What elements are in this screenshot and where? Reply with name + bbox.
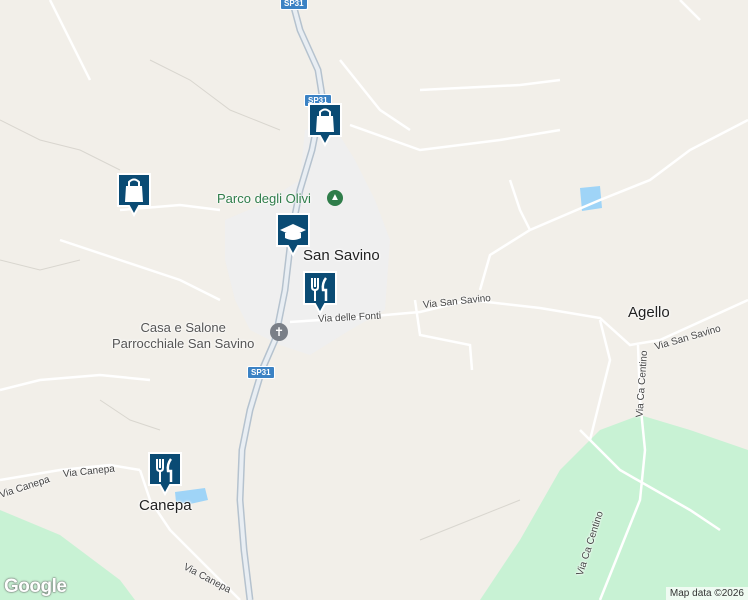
marker-shopping-2[interactable] [115,171,153,218]
church-icon[interactable]: ✝ [270,323,288,341]
poi-label-church[interactable]: Casa e Salone Parrocchiale San Savino [112,320,254,352]
place-label-agello[interactable]: Agello [628,304,670,321]
place-label-canepa[interactable]: Canepa [139,497,192,514]
shopping-bag-icon [308,103,342,148]
marker-shopping-1[interactable] [306,101,344,148]
route-shield-sp31-bottom: SP31 [247,366,275,379]
marker-school[interactable] [274,211,312,258]
park-area [480,415,748,600]
google-logo[interactable]: Google [4,576,67,598]
map-base-layer [0,0,748,600]
restaurant-icon [303,271,337,316]
shopping-bag-icon [117,173,151,218]
map-canvas[interactable]: San Savino Agello Canepa Parco degli Oli… [0,0,748,600]
marker-restaurant-1[interactable] [301,269,339,316]
place-label-san-savino[interactable]: San Savino [303,247,380,264]
restaurant-icon [148,452,182,497]
map-attribution[interactable]: Map data ©2026 [665,587,748,600]
poi-label-park[interactable]: Parco degli Olivi [217,191,311,206]
marker-restaurant-2[interactable] [146,450,184,497]
park-icon[interactable]: ▲ [327,190,343,206]
school-icon [276,213,310,258]
route-shield-sp31-top: SP31 [280,0,308,10]
